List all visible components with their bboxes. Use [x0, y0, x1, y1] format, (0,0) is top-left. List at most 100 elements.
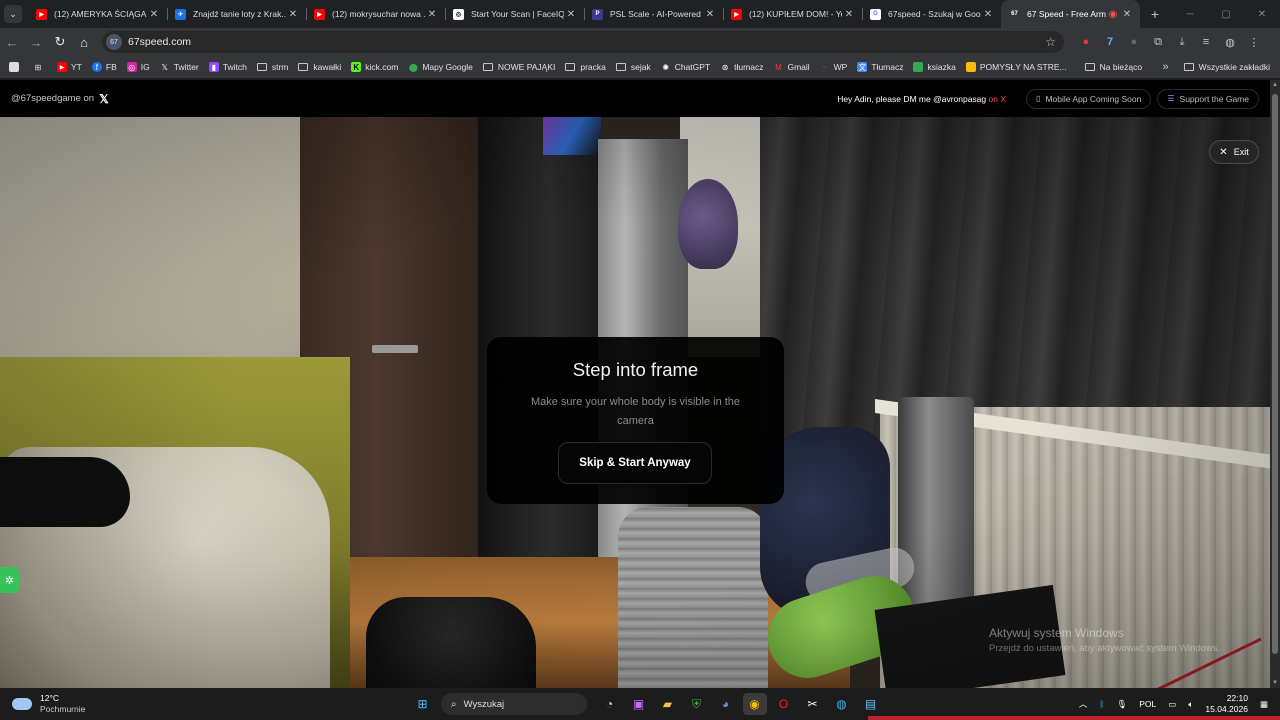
scroll-down-icon[interactable]: ▼ [1270, 680, 1280, 686]
microphone-icon[interactable]: 🎙︎ [1116, 699, 1127, 710]
site-info-icon[interactable]: 67 [106, 34, 122, 50]
close-tab-icon[interactable]: ✕ [425, 9, 439, 20]
side-widget-tab[interactable]: ✲ [0, 567, 19, 593]
bluetooth-icon[interactable]: ᛒ [1099, 699, 1104, 709]
opera-icon[interactable]: O [772, 693, 796, 715]
back-icon[interactable]: ← [0, 35, 24, 50]
dm-message[interactable]: Hey Adin, please DM me @avronpasag on X [837, 94, 1006, 104]
mobile-app-pill[interactable]: ▯ Mobile App Coming Soon [1026, 88, 1152, 109]
taskbar-search[interactable]: ⌕ Wyszukaj [441, 693, 587, 715]
extension-icon[interactable]: ● [1122, 36, 1146, 48]
bookmark-folder[interactable]: strm [252, 57, 294, 77]
network-icon[interactable]: ▭ [1168, 699, 1176, 710]
discord-icon[interactable]: ◕ [714, 693, 738, 715]
chevron-up-icon[interactable]: ︿ [1079, 698, 1088, 710]
bookmark[interactable]: ksiazka [908, 57, 960, 77]
bookmark-folder[interactable]: pracka [560, 57, 611, 77]
download-icon[interactable]: ⤓ [1170, 36, 1194, 49]
bookmark[interactable]: ~ WP [815, 57, 853, 77]
bookmark[interactable]: M Gmail [768, 57, 814, 77]
bookmark[interactable]: ✺ ChatGPT [656, 57, 715, 77]
home-icon[interactable]: ⌂ [72, 35, 96, 50]
more-bookmarks-icon[interactable]: » [1153, 61, 1179, 73]
handle-text: @67speedgame on [11, 93, 95, 104]
tab[interactable]: ▶ (12) mokrysuchar nowa ... ✕ [306, 0, 445, 28]
file-explorer-icon[interactable]: ▰ [656, 693, 680, 715]
notepad-icon[interactable]: ▤ [859, 693, 883, 715]
scrollbar-thumb[interactable] [1272, 94, 1278, 654]
bookmark-grid[interactable]: ⊞ [28, 57, 52, 77]
copilot-icon[interactable]: ◔ [598, 693, 622, 715]
new-tab-button[interactable]: + [1144, 6, 1166, 22]
exit-label: Exit [1233, 147, 1249, 157]
bookmark[interactable]: ▮ Twitch [204, 57, 252, 77]
scroll-up-icon[interactable]: ▲ [1270, 82, 1280, 88]
bookmark-folder[interactable]: kawałki [293, 57, 346, 77]
clock[interactable]: 22:10 15.04.2026 [1205, 693, 1248, 715]
close-tab-icon[interactable]: ✕ [842, 9, 856, 20]
page-scrollbar[interactable]: ▲ ▼ [1270, 80, 1280, 688]
url-text[interactable]: 67speed.com [128, 36, 1045, 48]
bookmark[interactable]: 文 Tłumacz [852, 57, 908, 77]
tab[interactable]: ▶ (12) AMERYKA ŚCIĄGA P... ✕ [28, 0, 167, 28]
support-button[interactable]: ☰ Support the Game [1157, 88, 1259, 109]
bookmark[interactable]: ◎ IG [122, 57, 155, 77]
bookmark-folder[interactable]: NOWE PAJĄKI [478, 57, 560, 77]
puzzle-icon[interactable]: ⧉ [1146, 36, 1170, 49]
menu-icon[interactable]: ⋮ [1242, 36, 1266, 49]
tab[interactable]: ▶ (12) KUPIŁEM DOM! - You... ✕ [723, 0, 862, 28]
close-tab-icon[interactable]: ✕ [564, 9, 578, 20]
tab[interactable]: ◎ Start Your Scan | FaceIQ L... ✕ [445, 0, 584, 28]
address-bar[interactable]: 67 67speed.com ☆ [102, 31, 1064, 53]
tab[interactable]: P PSL Scale - AI-Powered F... ✕ [584, 0, 723, 28]
page-viewport: @67speedgame on 𝕏 Hey Adin, please DM me… [0, 80, 1270, 688]
bookmark[interactable]: ▶ YT [52, 57, 87, 77]
bookmark[interactable]: ⊛ tłumacz [715, 57, 768, 77]
bookmark[interactable]: 𝕏 Twitter [155, 57, 204, 77]
windows-start-icon[interactable]: ⊞ [411, 693, 435, 715]
close-tab-icon[interactable]: ✕ [703, 9, 717, 20]
bookmark[interactable]: f FB [87, 57, 122, 77]
media-icon[interactable]: ≡ [1194, 36, 1218, 48]
minimize-icon[interactable]: ─ [1172, 9, 1208, 20]
close-tab-icon[interactable]: ✕ [147, 9, 161, 20]
weather-widget[interactable]: 12°C Pochmurnie [0, 693, 200, 715]
bookmark-folder[interactable]: Na bieżąco [1080, 57, 1148, 77]
maximize-icon[interactable]: ▢ [1208, 9, 1244, 20]
close-icon: ✕ [1219, 146, 1228, 158]
bookmark-label: strm [271, 62, 289, 72]
bookmark[interactable]: Kkick.com [346, 57, 403, 77]
tab-active[interactable]: 67 67 Speed - Free Arm ◉ ✕ [1001, 0, 1140, 28]
close-tab-icon[interactable]: ✕ [1120, 9, 1134, 20]
exit-button[interactable]: ✕ Exit [1209, 140, 1259, 164]
forward-icon[interactable]: → [24, 35, 48, 50]
bookmark-star-icon[interactable]: ☆ [1045, 35, 1056, 49]
flights-icon: ✈ [175, 8, 186, 20]
bookmark-folder[interactable]: sejak [611, 57, 656, 77]
close-window-icon[interactable]: ✕ [1244, 9, 1280, 20]
notifications-icon[interactable]: ▦ [1260, 699, 1268, 710]
bookmark[interactable]: ⬤ Mapy Google [403, 57, 478, 77]
tab[interactable]: ✈ Znajdź tanie loty z Krak... ✕ [167, 0, 306, 28]
profile-icon[interactable]: ◍ [1218, 36, 1242, 49]
bookmark-apps[interactable] [4, 57, 28, 77]
skip-start-button[interactable]: Skip & Start Anyway [558, 442, 712, 484]
volume-icon[interactable]: 🔈︎ [1188, 699, 1193, 710]
tab-search-button[interactable]: ⌄ [4, 5, 22, 23]
record-extension-icon[interactable]: ● [1074, 36, 1098, 48]
bookmark[interactable]: POMYSŁY NA STRE... [961, 57, 1072, 77]
language-indicator[interactable]: POL [1139, 699, 1156, 709]
close-tab-icon[interactable]: ✕ [286, 9, 300, 20]
bookmark-label: WP [833, 62, 848, 72]
close-tab-icon[interactable]: ✕ [981, 9, 995, 20]
tab[interactable]: G 67speed - Szukaj w Goog... ✕ [862, 0, 1001, 28]
reload-icon[interactable]: ↻ [48, 34, 72, 50]
shield-icon[interactable]: ⛨ [685, 693, 709, 715]
all-bookmarks[interactable]: Wszystkie zakładki [1179, 57, 1280, 77]
globe-icon[interactable]: ◍ [830, 693, 854, 715]
app-icon[interactable]: ▣ [627, 693, 651, 715]
extension-icon[interactable]: 7 [1098, 36, 1122, 48]
social-handle[interactable]: @67speedgame on 𝕏 [11, 92, 109, 106]
chrome-icon[interactable]: ◉ [742, 693, 767, 715]
capcut-icon[interactable]: ✂ [801, 693, 825, 715]
